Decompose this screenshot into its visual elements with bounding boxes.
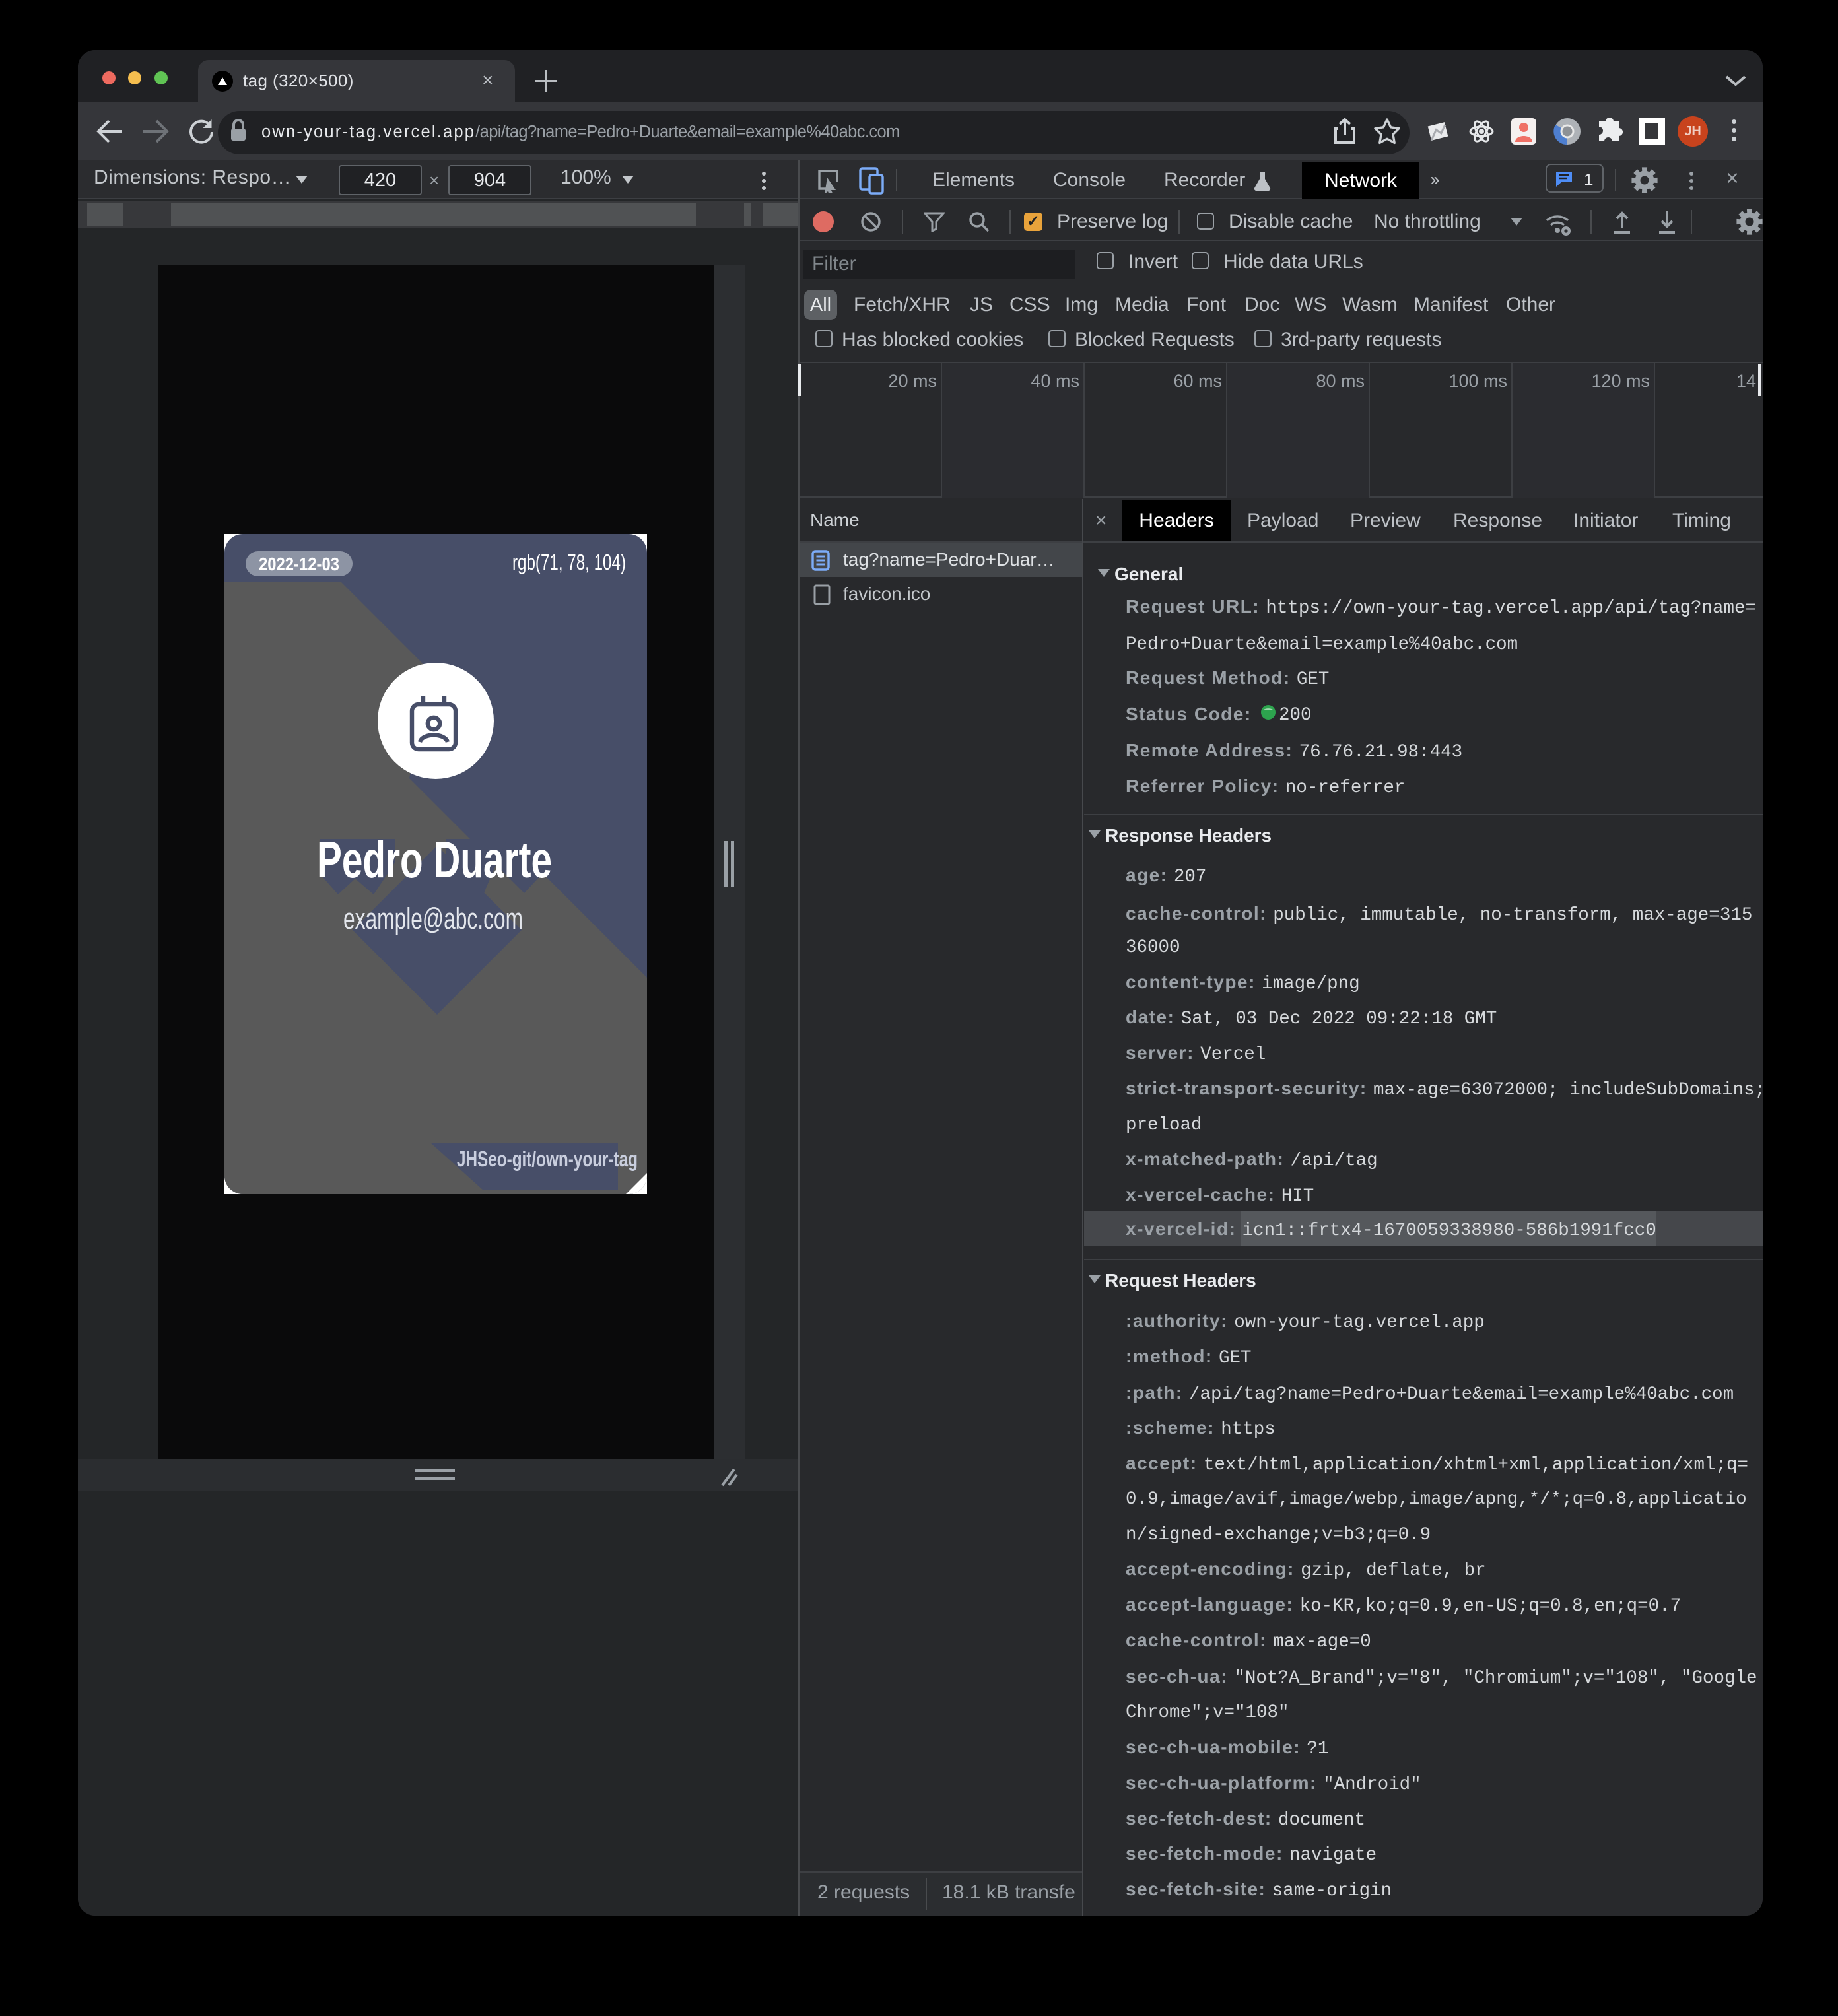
svg-text:Pedro Duarte: Pedro Duarte [317,830,552,889]
svg-text:JHSeo-git/own-your-tag: JHSeo-git/own-your-tag [457,1147,638,1171]
svg-text:2022-12-03: 2022-12-03 [259,554,339,574]
svg-text:example@abc.com: example@abc.com [343,902,523,935]
svg-text:rgb(71, 78, 104): rgb(71, 78, 104) [512,550,626,574]
